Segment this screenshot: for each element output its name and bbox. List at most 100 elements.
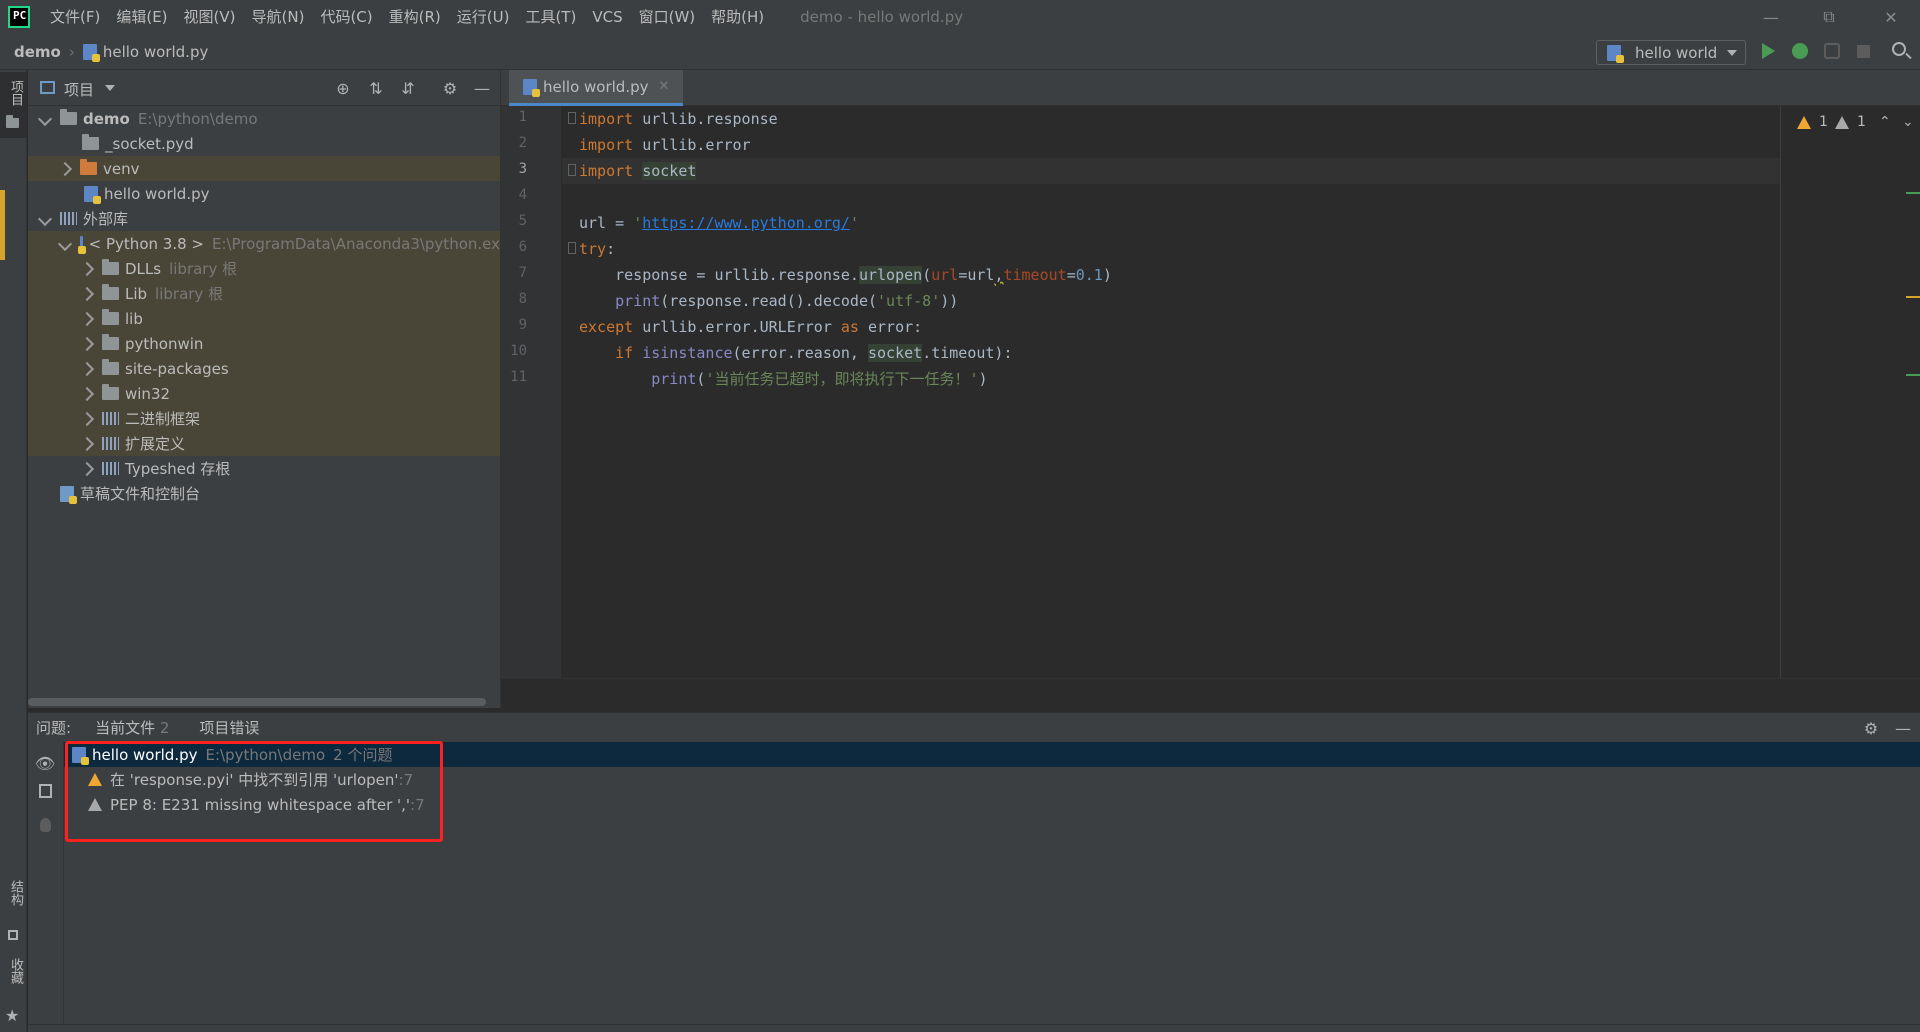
menu-navigate[interactable]: 导航(N) [244,0,313,34]
expand-all-icon[interactable]: ⇅ [367,79,385,98]
fold-marker-icon[interactable] [568,112,576,124]
problems-label: 问题: [36,719,72,737]
tree-item-extended-definitions[interactable]: 扩展定义 [28,431,500,456]
tree-item-label: site-packages [125,359,229,378]
code-lines[interactable]: import urllib.response import urllib.err… [562,106,1780,678]
gear-icon[interactable]: ⚙ [1862,719,1880,738]
tree-item-demo[interactable]: demo E:\python\demo [28,106,500,131]
folder-icon [80,159,97,175]
menu-view[interactable]: 视图(V) [176,0,244,34]
menu-code[interactable]: 代码(C) [312,0,380,34]
line-number-gutter: 1 2 3 4 5 6 7 8 9 10 11 [501,106,561,678]
python-icon [1607,44,1624,63]
warning-marker[interactable] [1906,296,1920,298]
change-marker[interactable] [1906,374,1920,376]
collapse-all-icon[interactable]: ⇵ [399,79,417,98]
project-tool-button[interactable]: 项目 [0,72,27,138]
tree-item-label: 草稿文件和控制台 [80,485,201,503]
menu-file[interactable]: 文件(F) [42,0,108,34]
project-panel-title[interactable]: 项目 [64,79,94,100]
lightbulb-icon[interactable] [40,818,51,832]
breadcrumb-file[interactable]: hello world.py [103,43,208,61]
menu-window[interactable]: 窗口(W) [631,0,704,34]
chevron-down-icon[interactable] [105,85,115,91]
project-tree: demo E:\python\demo _socket.pyd venv hel… [28,106,500,708]
tree-item-lib[interactable]: lib [28,306,500,331]
menu-vcs[interactable]: VCS [584,0,630,34]
inspection-warnings[interactable]: 1 [1797,114,1828,130]
gear-icon[interactable]: ⚙ [441,79,459,98]
hide-panel-icon[interactable]: — [1894,719,1912,738]
previous-highlight-icon[interactable]: ⌃ [1879,114,1891,130]
tree-item-label: _socket.pyd [105,134,194,153]
tree-item-note: library 根 [155,285,224,303]
menu-edit[interactable]: 编辑(E) [108,0,175,34]
menu-tools[interactable]: 工具(T) [517,0,584,34]
library-icon [102,437,119,450]
code-line-1: import urllib.response [579,110,778,128]
tree-item-path: E:\python\demo [137,109,258,128]
tab-project-errors[interactable]: 项目错误 [199,717,259,738]
line-number: 6 [518,239,527,255]
library-icon [102,412,119,425]
tree-item-scratches[interactable]: 草稿文件和控制台 [28,481,500,506]
hide-panel-icon[interactable]: — [473,79,491,98]
structure-icon [8,930,18,940]
breadcrumb-project[interactable]: demo [14,43,61,61]
tab-hello-world[interactable]: hello world.py ✕ [509,70,684,106]
tree-item-hello-world[interactable]: hello world.py [28,181,500,206]
change-marker[interactable] [1906,192,1920,194]
problems-sidebar: 👁 [28,742,64,1032]
code-line-5: url = 'https://www.python.org/' [579,214,859,232]
stop-icon[interactable] [1857,45,1870,58]
tree-item-lib-root[interactable]: Lib library 根 [28,281,500,306]
line-number: 3 [518,161,527,177]
left-tool-stripe: 项目 结构 收藏 ★ [0,70,27,1032]
eye-icon[interactable]: 👁 [35,754,55,773]
tab-current-file[interactable]: 当前文件 2 [95,717,169,738]
tree-item-dlls[interactable]: DLLs library 根 [28,256,500,281]
next-highlight-icon[interactable]: ⌄ [1902,114,1914,130]
python-file-icon [523,78,540,97]
tree-item-typeshed[interactable]: Typeshed 存根 [28,456,500,481]
minimize-button[interactable]: — [1742,0,1800,34]
breadcrumb-separator-icon: › [68,42,75,61]
structure-tool-button[interactable]: 结构 [2,880,26,950]
window-title: demo - hello world.py [800,8,964,26]
run-icon[interactable] [1762,43,1775,59]
run-configuration-select[interactable]: hello world [1596,40,1746,65]
line-number: 2 [518,135,527,151]
chevron-down-icon [57,236,73,251]
menu-help[interactable]: 帮助(H) [703,0,772,34]
chevron-right-icon [79,386,95,401]
coverage-icon[interactable] [1824,43,1840,59]
search-icon[interactable] [1892,42,1906,56]
horizontal-scrollbar[interactable] [28,698,486,706]
file-icon [82,134,99,150]
locate-file-icon[interactable]: ⊕ [334,79,352,98]
menu-refactor[interactable]: 重构(R) [381,0,449,34]
favorites-tool-button[interactable]: 收藏 ★ [2,958,26,1028]
tree-item-python-sdk[interactable]: < Python 3.8 > E:\ProgramData\Anaconda3\… [28,231,500,256]
fold-marker-icon[interactable] [568,164,576,176]
chevron-down-icon [37,211,53,226]
tree-item-venv[interactable]: venv [28,156,500,181]
tree-item-pythonwin[interactable]: pythonwin [28,331,500,356]
restore-button[interactable]: ⧉ [1800,0,1858,34]
close-window-button[interactable]: ✕ [1862,0,1920,34]
url-link[interactable]: https://www.python.org/ [642,214,850,232]
chevron-down-icon [1727,49,1737,56]
fold-marker-icon[interactable] [568,242,576,254]
inspection-weak-warnings[interactable]: 1 [1835,114,1866,130]
tree-item-socket-pyd[interactable]: _socket.pyd [28,131,500,156]
menu-run[interactable]: 运行(U) [449,0,518,34]
line-number: 1 [518,109,527,125]
tree-item-site-packages[interactable]: site-packages [28,356,500,381]
debug-icon[interactable] [1792,43,1808,59]
tree-item-external-libraries[interactable]: 外部库 [28,206,500,231]
tree-item-binary-skeletons[interactable]: 二进制框架 [28,406,500,431]
tree-item-win32[interactable]: win32 [28,381,500,406]
tree-item-label: 扩展定义 [125,435,186,453]
close-tab-icon[interactable]: ✕ [658,79,669,94]
preview-icon[interactable] [39,784,52,798]
